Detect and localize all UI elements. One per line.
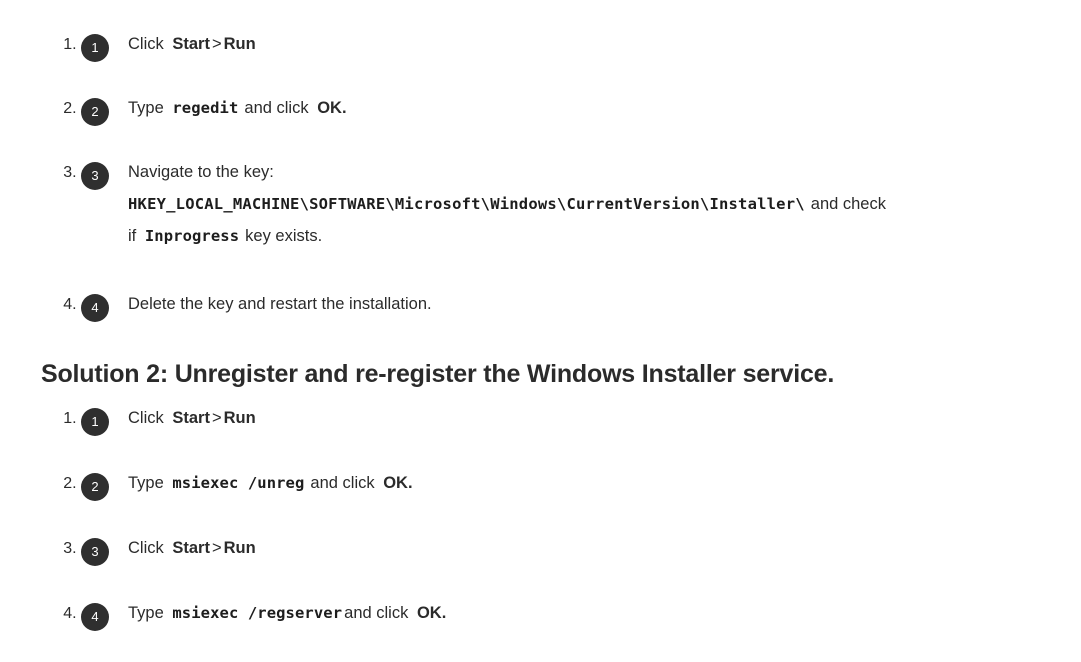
step-number-badge: 3 (81, 162, 109, 190)
ui-target-ok: OK. (383, 474, 413, 492)
page-title: Solution 2: Unregister and re-register t… (41, 359, 835, 388)
step-text: Type msiexec /regserver and click OK. (128, 601, 446, 622)
step-mid-text: and click (244, 99, 309, 117)
command-code: regedit (172, 99, 239, 117)
step-text: Type msiexec /unreg and click OK. (128, 471, 413, 492)
step-number-badge: 2 (81, 98, 109, 126)
ui-target-run: Run (223, 539, 256, 557)
step-number-badge: 4 (81, 294, 109, 322)
step-lead: Click (128, 35, 164, 53)
path-separator: > (211, 35, 222, 53)
registry-subkey-line: if Inprogress key exists. (128, 220, 1081, 252)
step-mid-text: and click (310, 474, 375, 492)
path-separator: > (211, 539, 222, 557)
registry-key-path: HKEY_LOCAL_MACHINE\SOFTWARE\Microsoft\Wi… (128, 195, 805, 213)
ui-target-ok: OK. (317, 99, 347, 117)
step-text: Click Start > Run (128, 406, 256, 427)
list-item: 2 Type regedit and click OK. (81, 92, 1081, 126)
step-number-badge: 1 (81, 408, 109, 436)
list-item: 2 Type msiexec /unreg and click OK. (81, 467, 1081, 501)
step-number-badge: 2 (81, 473, 109, 501)
tail-rest-text: key exists. (245, 227, 323, 245)
command-code: msiexec /regserver (172, 604, 343, 622)
step-text: Click Start > Run (128, 536, 256, 557)
step-mid-text: and click (344, 604, 409, 622)
registry-path-line: HKEY_LOCAL_MACHINE\SOFTWARE\Microsoft\Wi… (128, 188, 1081, 220)
step-text: Type regedit and click OK. (128, 96, 347, 117)
tail-lead: if (128, 227, 137, 245)
ui-target-run: Run (223, 409, 256, 427)
registry-subkey-name: Inprogress (144, 227, 240, 245)
step-text: Delete the key and restart the installat… (128, 295, 432, 313)
ui-target-run: Run (223, 35, 256, 53)
ui-target-start: Start (172, 539, 210, 557)
step-lead: Type (128, 474, 164, 492)
ui-target-start: Start (172, 409, 210, 427)
list-item: 3 Navigate to the key: HKEY_LOCAL_MACHIN… (81, 156, 1081, 252)
step-lead: Click (128, 539, 164, 557)
path-separator: > (211, 409, 222, 427)
document-page: 1 Click Start>Run 2 Type regeditand clic… (0, 0, 1081, 631)
list-item: 4 Delete the key and restart the install… (81, 288, 1081, 322)
step-lead: Type (128, 99, 164, 117)
ui-target-start: Start (172, 35, 210, 53)
step-lead: Navigate to the key: (128, 163, 274, 181)
list-item: 4 Type msiexec /regserverand click OK. (81, 597, 1081, 631)
step-text: Navigate to the key: HKEY_LOCAL_MACHINE\… (128, 156, 1081, 252)
list-item: 1 Click Start>Run (81, 402, 1081, 436)
command-code: msiexec /unreg (172, 474, 305, 492)
step-lead: Type (128, 604, 164, 622)
ui-target-ok: OK. (416, 604, 447, 622)
step-number-badge: 3 (81, 538, 109, 566)
list-item: 3 Click Start>Run (81, 532, 1081, 566)
list-item: 1 Click Start>Run (81, 28, 1081, 62)
step-number-badge: 1 (81, 34, 109, 62)
solution-one-step-list: 1 Click Start>Run 2 Type regedit and clic… (41, 28, 1081, 352)
solution-two-step-list: 1 Click Start>Run 2 Type msiexec /unrega… (41, 402, 1081, 662)
step-text: Click Start > Run (128, 32, 256, 53)
step-lead: Click (128, 409, 164, 427)
after-path-text: and check (810, 195, 886, 213)
